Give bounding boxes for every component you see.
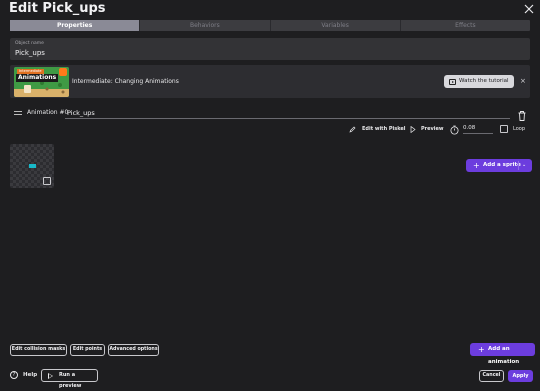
sprite-select-checkbox[interactable] bbox=[43, 177, 51, 185]
play-icon bbox=[48, 373, 53, 379]
sprite-thumbnail[interactable] bbox=[10, 144, 54, 188]
tab-bar: Properties Behaviors Variables Effects bbox=[10, 20, 530, 31]
apply-button[interactable]: Apply bbox=[508, 370, 533, 382]
help-button[interactable]: ? Help bbox=[10, 371, 37, 379]
animation-number-label: Animation #0 bbox=[27, 108, 69, 116]
edit-collision-masks-button[interactable]: Edit collision masks bbox=[10, 344, 67, 356]
watch-tutorial-button[interactable]: Watch the tutorial bbox=[444, 75, 514, 88]
animation-toolbar: Edit with Piskel Preview Loop bbox=[340, 122, 530, 136]
tutorial-close-icon[interactable]: × bbox=[520, 77, 526, 85]
gdevelop-logo-icon bbox=[59, 68, 67, 76]
add-animation-button[interactable]: + Add an animation bbox=[470, 343, 535, 365]
drag-handle-icon[interactable] bbox=[14, 111, 22, 115]
window-title: Edit Pick_ups bbox=[9, 1, 106, 16]
object-name-label: Object name bbox=[15, 41, 44, 46]
plus-icon: + bbox=[473, 161, 480, 170]
edit-with-piskel-button[interactable]: Edit with Piskel bbox=[362, 124, 406, 134]
tutorial-banner: Intermediate Animations Intermediate: Ch… bbox=[10, 65, 530, 98]
run-preview-button[interactable]: Run a preview bbox=[41, 369, 98, 389]
add-sprite-button[interactable]: + Add a sprite ⌄ bbox=[466, 159, 532, 172]
trash-icon[interactable] bbox=[517, 107, 527, 121]
preview-button[interactable]: Preview bbox=[421, 124, 444, 134]
video-icon bbox=[449, 78, 456, 85]
plus-icon: + bbox=[478, 345, 485, 354]
tab-behaviors[interactable]: Behaviors bbox=[140, 20, 271, 31]
loop-label: Loop bbox=[513, 126, 525, 132]
advanced-options-button[interactable]: Advanced options bbox=[108, 344, 159, 356]
loop-checkbox[interactable] bbox=[500, 125, 508, 133]
object-name-field[interactable]: Object name Pick_ups bbox=[10, 38, 530, 60]
frame-time-input[interactable] bbox=[463, 123, 493, 134]
character-icon bbox=[24, 85, 31, 93]
chevron-down-icon[interactable]: ⌄ bbox=[522, 159, 526, 172]
tutorial-title: Intermediate: Changing Animations bbox=[72, 78, 179, 85]
tutorial-thumbnail: Intermediate Animations bbox=[14, 67, 69, 97]
object-name-value[interactable]: Pick_ups bbox=[15, 49, 45, 57]
cancel-button[interactable]: Cancel bbox=[479, 370, 504, 382]
edit-points-button[interactable]: Edit points bbox=[70, 344, 105, 356]
thumbnail-title: Animations bbox=[16, 74, 59, 82]
close-icon[interactable] bbox=[522, 2, 536, 16]
sprite-image bbox=[29, 164, 36, 168]
animation-name-input[interactable] bbox=[65, 107, 510, 119]
run-preview-label: Run a preview bbox=[59, 372, 82, 389]
tab-variables[interactable]: Variables bbox=[271, 20, 401, 31]
animation-row: Animation #0 bbox=[10, 107, 530, 121]
add-sprite-label: Add a sprite bbox=[483, 162, 521, 168]
button-divider bbox=[518, 161, 519, 170]
help-label: Help bbox=[23, 372, 38, 378]
tab-effects[interactable]: Effects bbox=[401, 20, 530, 31]
tab-properties[interactable]: Properties bbox=[10, 20, 141, 31]
add-animation-label: Add an animation bbox=[488, 346, 520, 365]
help-icon: ? bbox=[10, 371, 18, 379]
watch-tutorial-label: Watch the tutorial bbox=[459, 78, 509, 84]
